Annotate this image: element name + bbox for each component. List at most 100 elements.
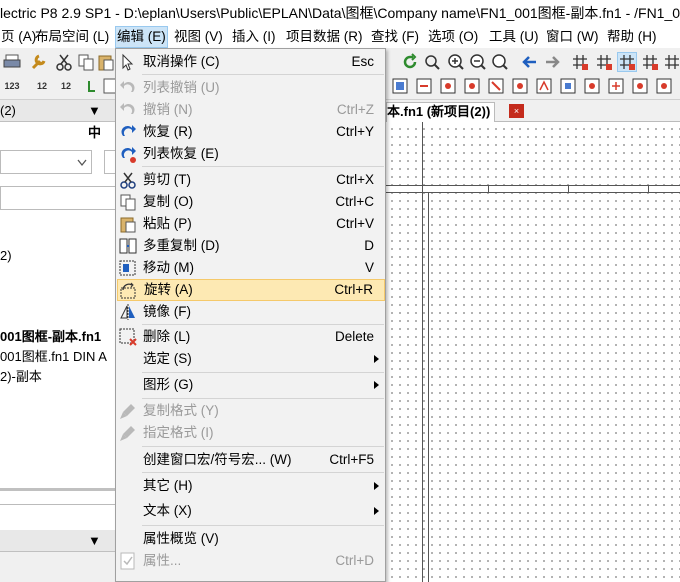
redraw-icon[interactable] [400, 52, 420, 72]
close-tab-icon[interactable]: × [509, 104, 524, 118]
zoom-window-icon[interactable] [422, 52, 442, 72]
sym-8-icon[interactable] [582, 76, 602, 96]
menu-separator [142, 74, 384, 75]
menu-item-paste[interactable]: 粘贴 (P) Ctrl+V [117, 213, 385, 235]
frame-tick [488, 185, 489, 192]
menu-separator [142, 525, 384, 526]
cut-icon[interactable] [54, 52, 74, 72]
menu-separator [142, 372, 384, 373]
window-title: lectric P8 2.9 SP1 - D:\eplan\Users\Publ… [0, 0, 680, 26]
undo-list-icon [120, 81, 135, 92]
menu-insert[interactable]: 插入 (I) [231, 26, 277, 48]
menu-item-select[interactable]: 选定 (S) [117, 348, 385, 370]
menu-item-move[interactable]: 移动 (M) V [117, 257, 385, 279]
zoom-100-icon[interactable] [490, 52, 510, 72]
sym-11-icon[interactable] [654, 76, 674, 96]
tree-item[interactable]: 001图框.fn1 DIN A [0, 346, 107, 365]
zoom-out-icon[interactable] [468, 52, 488, 72]
submenu-arrow-icon [374, 507, 379, 515]
menu-item-multi-copy[interactable]: 多重复制 (D) D [117, 235, 385, 257]
numbering-2-icon[interactable]: 12 [32, 76, 52, 96]
properties-icon [120, 552, 135, 570]
insert-box-icon[interactable] [390, 76, 410, 96]
submenu-arrow-icon [374, 355, 379, 363]
menu-item-create-macro[interactable]: 创建窗口宏/符号宏... (W) Ctrl+F5 [117, 449, 385, 471]
menu-tools[interactable]: 工具 (U) [488, 26, 540, 48]
sym-1-icon[interactable] [414, 76, 434, 96]
sym-4-icon[interactable] [486, 76, 506, 96]
menu-item-other[interactable]: 其它 (H) [117, 475, 385, 497]
menu-item-delete[interactable]: 删除 (L) Delete [117, 326, 385, 348]
grid-e-icon[interactable] [662, 52, 680, 72]
sym-10-icon[interactable] [630, 76, 650, 96]
tree-item-selected[interactable]: 001图框-副本.fn1 [0, 326, 101, 345]
sym-7-icon[interactable] [558, 76, 578, 96]
redo-list-icon [121, 147, 136, 163]
drawing-canvas[interactable] [386, 122, 680, 582]
menu-item-copy[interactable]: 复制 (O) Ctrl+C [117, 191, 385, 213]
undo-icon [120, 103, 135, 114]
navigator-title: (2) [0, 103, 16, 118]
menu-page[interactable]: 页 (A) [0, 26, 37, 48]
wrench-icon[interactable] [28, 52, 48, 72]
grid-a-icon[interactable] [570, 52, 590, 72]
menu-project-data[interactable]: 项目数据 (R) [285, 26, 364, 48]
tree-item[interactable]: 2) [0, 248, 12, 263]
copy-icon [120, 194, 136, 211]
menu-item-undo: 撤销 (N) Ctrl+Z [117, 99, 385, 121]
submenu-arrow-icon [374, 381, 379, 389]
sym-5-icon[interactable] [510, 76, 530, 96]
grid-b-icon[interactable] [594, 52, 614, 72]
sym-2-icon[interactable] [438, 76, 458, 96]
rotate-icon [120, 282, 136, 299]
menu-item-list-redo[interactable]: 列表恢复 (E) [117, 143, 385, 165]
menu-item-redo[interactable]: 恢复 (R) Ctrl+Y [117, 121, 385, 143]
menu-item-mirror[interactable]: 镜像 (F) [117, 301, 385, 323]
numbering-icon[interactable]: 123 [2, 76, 22, 96]
filter-dropdown[interactable] [0, 150, 92, 174]
sym-6-icon[interactable] [534, 76, 554, 96]
menu-options[interactable]: 选项 (O) [427, 26, 479, 48]
search-field[interactable] [0, 186, 116, 210]
paste-icon [120, 217, 136, 233]
navigator-pin[interactable]: ▼ 中 [88, 100, 116, 144]
submenu-arrow-icon [374, 482, 379, 490]
numbering-3-icon[interactable]: 12 [56, 76, 76, 96]
copy-icon[interactable] [76, 52, 96, 72]
menu-item-cut[interactable]: 剪切 (T) Ctrl+X [117, 169, 385, 191]
forward-arrow-icon[interactable] [542, 52, 562, 72]
zoom-in-icon[interactable] [446, 52, 466, 72]
menu-item-rotate[interactable]: 旋转 (A) Ctrl+R [117, 279, 385, 301]
menu-edit[interactable]: 编辑 (E) [115, 26, 168, 48]
menu-item-cancel[interactable]: 取消操作 (C) Esc [117, 51, 385, 73]
tree-item[interactable]: 2)-副本 [0, 366, 42, 385]
menu-bar: 页 (A) 布局空间 (L) 编辑 (E) 视图 (V) 插入 (I) 项目数据… [0, 26, 680, 48]
frame-tick [648, 185, 649, 192]
menu-view[interactable]: 视图 (V) [173, 26, 224, 48]
menu-item-property-overview[interactable]: 属性概览 (V) [117, 528, 385, 550]
paste-icon[interactable] [96, 52, 116, 72]
delete-icon [119, 328, 137, 346]
frame-tick [568, 185, 569, 192]
grid-c-icon[interactable] [617, 52, 637, 72]
back-arrow-icon[interactable] [520, 52, 540, 72]
sym-3-icon[interactable] [462, 76, 482, 96]
print-icon[interactable] [2, 52, 22, 72]
menu-help[interactable]: 帮助 (H) [606, 26, 658, 48]
document-tab-label: 本.fn1 (新项目(2)) [387, 104, 491, 119]
frame-line [386, 192, 680, 193]
menu-find[interactable]: 查找 (F) [370, 26, 420, 48]
sym-9-icon[interactable] [606, 76, 626, 96]
format-assign-icon [120, 426, 135, 441]
horizontal-scrollbar[interactable] [0, 488, 116, 491]
menu-item-graphic[interactable]: 图形 (G) [117, 374, 385, 396]
menu-window[interactable]: 窗口 (W) [545, 26, 599, 48]
numbering-2-label: 12 [36, 80, 47, 91]
format-brush-icon [120, 404, 135, 419]
document-tab[interactable]: 本.fn1 (新项目(2)) [386, 102, 496, 122]
redo-icon [121, 125, 136, 136]
menu-item-text[interactable]: 文本 (X) [117, 500, 385, 522]
grid-d-icon[interactable] [640, 52, 660, 72]
menu-layout-space[interactable]: 布局空间 (L) [34, 26, 110, 48]
mirror-icon [120, 304, 135, 320]
